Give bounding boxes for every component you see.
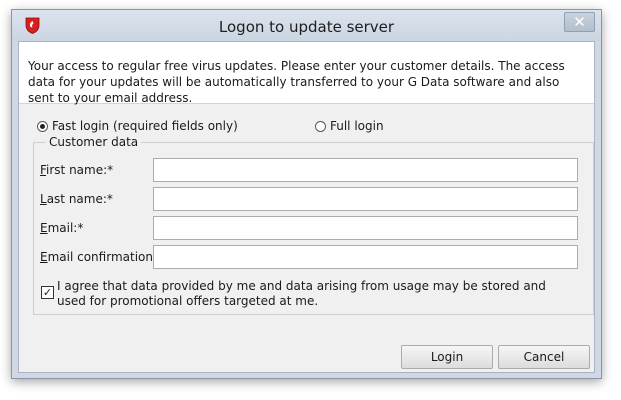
cancel-button[interactable]: Cancel [498,345,590,369]
first-name-field[interactable] [153,158,578,182]
info-header: Your access to regular free virus update… [19,42,594,105]
full-login-label: Full login [330,119,384,133]
fast-login-label: Fast login (required fields only) [52,119,238,133]
email-confirmation-field[interactable] [153,245,578,269]
consent-checkbox[interactable]: ✓ [41,286,54,299]
first-name-label: First name:* [40,163,114,177]
title-bar[interactable]: Logon to update server ✕ [12,10,601,41]
email-field[interactable] [153,216,578,240]
fast-login-option[interactable]: Fast login (required fields only) [37,118,238,134]
consent-label: I agree that data provided by me and dat… [57,279,546,308]
email-label: Email:* [40,221,84,235]
customer-data-legend: Customer data [46,135,142,149]
fast-login-radio[interactable] [37,120,48,132]
check-icon: ✓ [42,286,53,299]
dialog-window: Logon to update server ✕ Your access to … [11,9,602,379]
full-login-radio[interactable] [315,120,326,132]
login-button[interactable]: Login [401,345,493,369]
dialog-body: Your access to regular free virus update… [18,41,595,373]
close-button[interactable]: ✕ [564,12,595,32]
info-text: Your access to regular free virus update… [28,59,565,105]
last-name-label: Last name:* [40,192,113,206]
window-title: Logon to update server [218,18,395,36]
email-confirmation-label: Email confirmation:* [40,250,164,264]
full-login-option[interactable]: Full login [315,118,384,134]
last-name-field[interactable] [153,187,578,211]
close-icon: ✕ [573,13,586,31]
